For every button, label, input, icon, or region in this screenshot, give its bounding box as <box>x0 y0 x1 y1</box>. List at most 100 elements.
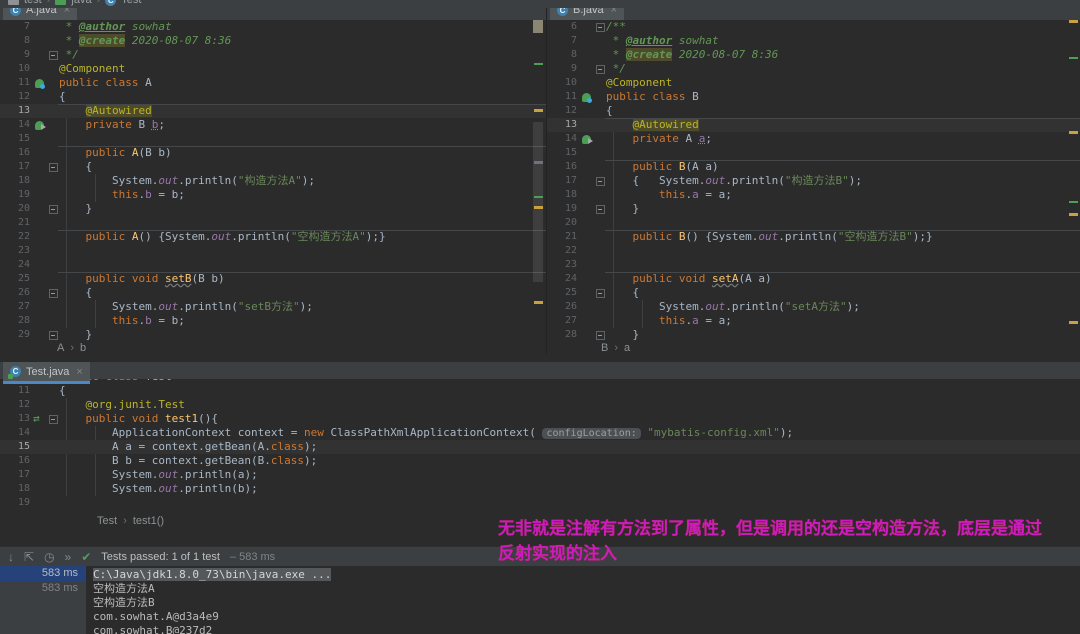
code-line[interactable]: 15 <box>547 146 1080 160</box>
code-line[interactable]: 19 <box>0 496 1080 510</box>
fold-marker[interactable] <box>595 202 605 216</box>
breadcrumb-member[interactable]: a <box>624 342 630 354</box>
code-line[interactable]: 11public class A <box>0 76 546 90</box>
code-line[interactable]: 14 private B b; <box>0 118 546 132</box>
code-line[interactable]: 22 <box>547 244 1080 258</box>
breadcrumb-class[interactable]: A <box>57 342 64 354</box>
code-line[interactable]: 11{ <box>0 384 1080 398</box>
code-line[interactable]: 11public class B <box>547 90 1080 104</box>
nav-crumb-test[interactable]: test <box>24 0 42 7</box>
test-tree[interactable]: 583 ms583 ms <box>0 566 86 634</box>
test-history-icon[interactable]: ◷ <box>44 551 54 563</box>
scrollbar-stripe[interactable] <box>1067 20 1080 342</box>
code-line[interactable]: 12{ <box>547 104 1080 118</box>
fold-marker[interactable] <box>48 48 58 62</box>
close-icon[interactable]: × <box>76 366 82 378</box>
bean-gutter-icon[interactable] <box>580 90 595 104</box>
code-line[interactable]: 13⇄ public void test1(){ <box>0 412 1080 426</box>
code-line[interactable]: 12{ <box>0 90 546 104</box>
code-line[interactable]: 16 public B(A a) <box>547 160 1080 174</box>
code-line[interactable]: 28 this.b = b; <box>0 314 546 328</box>
fold-marker[interactable] <box>48 412 58 426</box>
console-output[interactable]: C:\Java\jdk1.8.0_73\bin\java.exe ...空构造方… <box>86 566 1080 634</box>
scrollbar-stripe[interactable] <box>532 20 546 342</box>
test-tree-row[interactable]: 583 ms <box>0 566 86 581</box>
fold-marker[interactable] <box>48 202 58 216</box>
code-line[interactable]: 18 this.a = a; <box>547 188 1080 202</box>
code-line[interactable]: 20 <box>547 216 1080 230</box>
export-test-results-icon[interactable]: ⇱ <box>24 551 34 563</box>
code-line[interactable]: 17 { System.out.println("构造方法B"); <box>547 174 1080 188</box>
code-line[interactable]: 15 <box>0 132 546 146</box>
test-tree-row[interactable]: 583 ms <box>0 581 86 596</box>
code-line[interactable]: 10@Component <box>0 62 546 76</box>
code-line[interactable]: 26 System.out.println("setA方法"); <box>547 300 1080 314</box>
breadcrumb-member[interactable]: b <box>80 342 86 354</box>
code-line[interactable]: 24 <box>0 258 546 272</box>
nav-crumb-class[interactable]: Test <box>121 0 141 7</box>
code-line[interactable]: 13 @Autowired <box>547 118 1080 132</box>
breadcrumb-class[interactable]: Test <box>97 515 117 527</box>
code-text <box>58 496 59 510</box>
code-line[interactable]: 8 * @create 2020-08-07 8:36 <box>547 48 1080 62</box>
code-line[interactable]: 14 private A a; <box>547 132 1080 146</box>
code-line[interactable]: 19 } <box>547 202 1080 216</box>
code-line[interactable]: 27 System.out.println("setB方法"); <box>0 300 546 314</box>
code-line[interactable]: 6/** <box>547 20 1080 34</box>
fold-marker[interactable] <box>595 62 605 76</box>
tab-test-java[interactable]: C Test.java × <box>3 362 90 384</box>
code-line[interactable]: 16 public A(B b) <box>0 146 546 160</box>
code-line[interactable]: 17 { <box>0 160 546 174</box>
code-line[interactable]: 16 B b = context.getBean(B.class); <box>0 454 1080 468</box>
code-line[interactable]: 13 @Autowired <box>0 104 546 118</box>
fold-marker[interactable] <box>595 174 605 188</box>
gutter-space <box>33 62 48 76</box>
code-line[interactable]: 12 @org.junit.Test <box>0 398 1080 412</box>
code-line[interactable]: 10@Component <box>547 76 1080 90</box>
nav-crumb-java[interactable]: java <box>71 0 91 7</box>
code-line[interactable]: 19 this.b = b; <box>0 188 546 202</box>
fold-marker[interactable] <box>595 328 605 342</box>
code-line[interactable]: 25 public void setB(B b) <box>0 272 546 286</box>
code-line[interactable]: 29 } <box>0 328 546 342</box>
code-line[interactable]: 20 } <box>0 202 546 216</box>
code-line[interactable]: 7 * @author sowhat <box>547 34 1080 48</box>
code-line[interactable]: 26 { <box>0 286 546 300</box>
breadcrumb-member[interactable]: test1() <box>133 515 164 527</box>
autowire-gutter-icon[interactable] <box>33 118 48 132</box>
breadcrumb-class[interactable]: B <box>601 342 608 354</box>
code-line[interactable]: 15 A a = context.getBean(A.class); <box>0 440 1080 454</box>
code-area[interactable]: 10public class Test11{12 @org.junit.Test… <box>0 370 1080 510</box>
code-line[interactable]: 14 ApplicationContext context = new Clas… <box>0 426 1080 440</box>
code-line[interactable]: 21 <box>0 216 546 230</box>
fold-space <box>48 468 58 482</box>
code-line[interactable]: 7 * @author sowhat <box>0 20 546 34</box>
code-line[interactable]: 23 <box>547 258 1080 272</box>
code-line[interactable]: 8 * @create 2020-08-07 8:36 <box>0 34 546 48</box>
code-line[interactable]: 27 this.a = a; <box>547 314 1080 328</box>
fold-marker[interactable] <box>595 20 605 34</box>
autowire-gutter-icon[interactable] <box>580 132 595 146</box>
fold-space <box>595 216 605 230</box>
code-area[interactable]: 7 * @author sowhat8 * @create 2020-08-07… <box>0 20 546 342</box>
down-arrow-icon[interactable]: ↓ <box>8 551 14 563</box>
fold-marker[interactable] <box>595 286 605 300</box>
code-line[interactable]: 9 */ <box>547 62 1080 76</box>
fold-marker[interactable] <box>48 328 58 342</box>
code-line[interactable]: 25 { <box>547 286 1080 300</box>
code-line[interactable]: 22 public A() {System.out.println("空构造方法… <box>0 230 546 244</box>
bean-gutter-icon[interactable] <box>33 76 48 90</box>
code-line[interactable]: 21 public B() {System.out.println("空构造方法… <box>547 230 1080 244</box>
code-area[interactable]: 6/**7 * @author sowhat8 * @create 2020-0… <box>547 20 1080 342</box>
code-line[interactable]: 18 System.out.println(b); <box>0 482 1080 496</box>
more-chevrons-icon[interactable]: » <box>65 551 72 563</box>
fold-marker[interactable] <box>48 160 58 174</box>
code-line[interactable]: 17 System.out.println(a); <box>0 468 1080 482</box>
code-line[interactable]: 28 } <box>547 328 1080 342</box>
test-gutter-icon[interactable]: ⇄ <box>33 412 48 426</box>
code-line[interactable]: 24 public void setA(A a) <box>547 272 1080 286</box>
fold-marker[interactable] <box>48 286 58 300</box>
code-line[interactable]: 23 <box>0 244 546 258</box>
code-line[interactable]: 9 */ <box>0 48 546 62</box>
code-line[interactable]: 18 System.out.println("构造方法A"); <box>0 174 546 188</box>
